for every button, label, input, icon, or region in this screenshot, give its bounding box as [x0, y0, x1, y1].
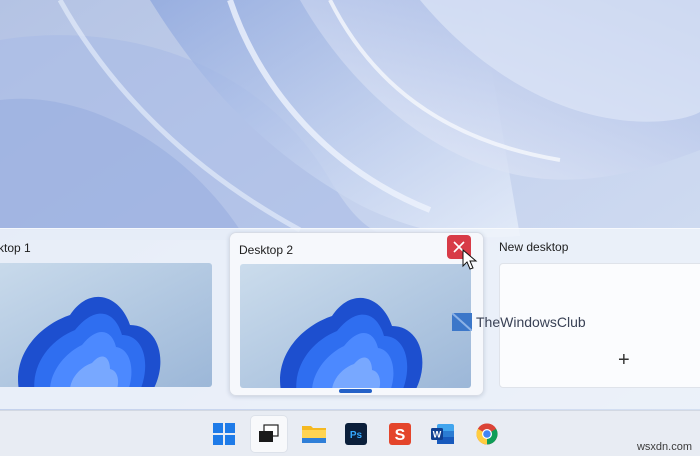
s-app-icon: S: [389, 423, 411, 445]
desktop-1-thumbnail[interactable]: [0, 263, 212, 387]
task-view-button[interactable]: [251, 416, 287, 452]
photoshop-button[interactable]: Ps: [338, 416, 374, 452]
word-icon-text: W: [433, 430, 442, 440]
desktop-card-2[interactable]: Desktop 2: [229, 232, 484, 396]
file-explorer-button[interactable]: [296, 416, 332, 452]
plus-icon: +: [618, 349, 630, 371]
windows-logo-icon: [213, 423, 235, 445]
desktop-2-thumbnail[interactable]: [240, 264, 471, 388]
word-icon: W: [431, 424, 454, 444]
new-desktop-label: New desktop: [499, 240, 569, 254]
chrome-icon: [476, 423, 498, 445]
site-watermark: wsxdn.com: [636, 441, 692, 453]
photoshop-icon-text: Ps: [350, 430, 363, 441]
new-desktop-card[interactable]: New desktop +: [490, 232, 700, 390]
watermark: TheWindowsClub: [452, 313, 586, 331]
mouse-pointer-icon: [462, 249, 478, 270]
folder-icon: [302, 426, 326, 443]
photoshop-icon: Ps: [345, 423, 367, 445]
s-app-button[interactable]: S: [382, 416, 418, 452]
watermark-text: TheWindowsClub: [476, 314, 586, 330]
chrome-button[interactable]: [469, 416, 505, 452]
s-app-icon-text: S: [395, 427, 406, 444]
thewindowsclub-logo-icon: [452, 313, 472, 331]
desktop-2-label: Desktop 2: [239, 243, 294, 257]
task-view-icon: [259, 424, 279, 442]
desktop-card-1[interactable]: sktop 1: [0, 232, 212, 390]
start-button[interactable]: [206, 416, 242, 452]
taskbar: Ps S W wsxdn.com: [0, 410, 700, 456]
word-button[interactable]: W: [425, 416, 461, 452]
scroll-indicator[interactable]: [339, 389, 372, 393]
desktop-1-label: sktop 1: [0, 241, 31, 255]
